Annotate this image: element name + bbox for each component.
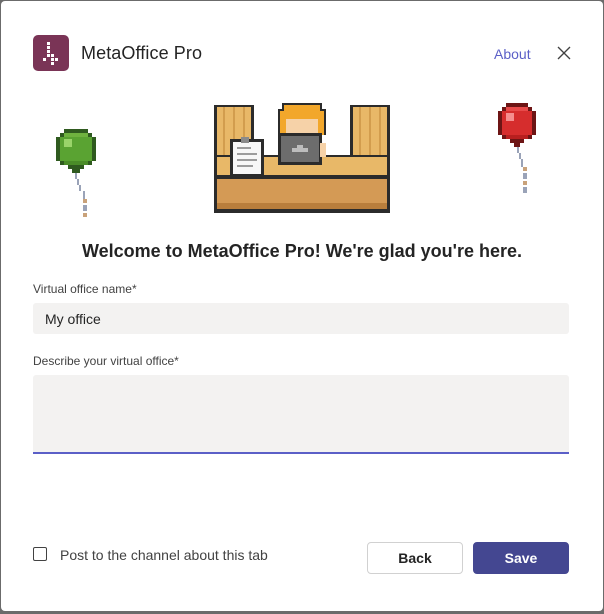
welcome-heading: Welcome to MetaOffice Pro! We're glad yo… xyxy=(81,241,522,261)
setup-dialog: MetaOffice Pro About Welcome to MetaOffi… xyxy=(1,1,603,611)
post-to-channel-checkbox[interactable] xyxy=(33,547,47,561)
office-name-input[interactable] xyxy=(33,303,569,334)
save-button[interactable]: Save xyxy=(473,542,569,574)
app-title: MetaOffice Pro xyxy=(81,43,203,63)
metaoffice-logo-icon xyxy=(33,35,69,71)
close-icon xyxy=(557,46,571,60)
red-balloon-icon xyxy=(498,103,536,193)
back-button[interactable]: Back xyxy=(367,542,463,574)
office-description-input[interactable] xyxy=(33,375,569,454)
green-balloon-icon xyxy=(56,129,96,217)
office-name-label: Virtual office name* xyxy=(33,282,137,296)
hero-illustration xyxy=(1,89,603,229)
close-button[interactable] xyxy=(556,45,572,61)
post-to-channel-label[interactable]: Post to the channel about this tab xyxy=(60,547,268,563)
office-description-label: Describe your virtual office* xyxy=(33,354,179,368)
about-link[interactable]: About xyxy=(494,46,531,62)
reception-desk-illustration xyxy=(214,103,390,213)
